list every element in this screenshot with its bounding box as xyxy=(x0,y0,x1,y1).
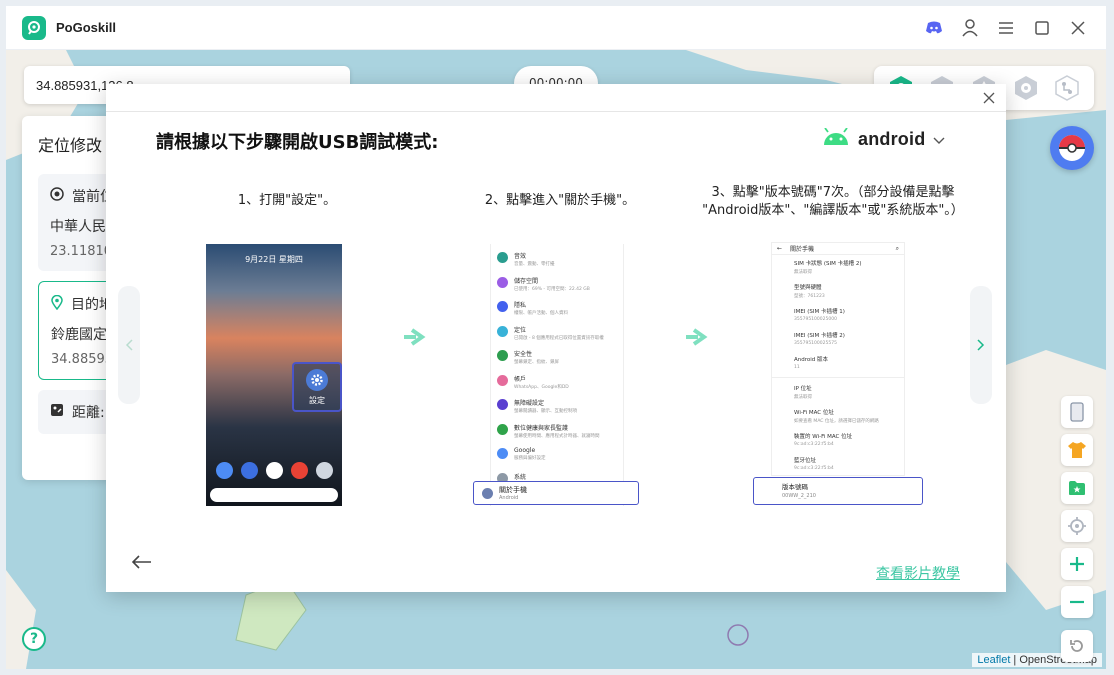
current-location-icon xyxy=(50,187,64,205)
zoom-in-icon[interactable] xyxy=(1061,548,1093,580)
about-info-row: IP 位址 無法取得 xyxy=(794,386,812,400)
distance-label: 距離: xyxy=(72,405,105,421)
about-info-row: SIM 卡狀態 (SIM 卡插槽 2) 無法取得 xyxy=(794,261,862,275)
locate-me-icon[interactable] xyxy=(1061,510,1093,542)
chrome-icon xyxy=(291,462,308,479)
gear-icon xyxy=(306,368,328,391)
usb-debug-modal: 請根據以下步驟開啟USB調試模式: android 1、打開"設定"。 2、點擊… xyxy=(106,84,1006,592)
settings-list-item: 音效 音量、震動、零打擾 xyxy=(491,244,623,269)
messages-app-icon xyxy=(241,462,258,479)
app-name: PoGoskill xyxy=(56,20,116,35)
back-arrow-icon[interactable] xyxy=(131,554,152,570)
search-icon: ⌕ xyxy=(895,244,899,252)
distance-icon xyxy=(50,403,64,421)
about-info-row: 藍牙位址 9c:ad:c3:22:f5:b4 xyxy=(794,458,834,471)
about-info-row: 型號與硬體 型號：761223 xyxy=(794,285,825,299)
step-1-title: 1、打開"設定"。 xyxy=(237,193,337,208)
leaflet-link[interactable]: Leaflet xyxy=(977,654,1010,666)
divider xyxy=(772,377,904,378)
step-2-phone-screenshot: 音效 音量、震動、零打擾 儲存空間 已使用：69% - 可用空間：22.42 GB 隱私… xyxy=(490,244,624,506)
settings-item-icon xyxy=(497,350,508,361)
settings-list-item: 帳戶 WhatsApp、Google和DD xyxy=(491,367,623,392)
camera-app-icon xyxy=(316,462,333,479)
about-info-row: IMEI (SIM 卡插槽 1) 355795100025000 xyxy=(794,309,845,322)
side-tools xyxy=(1061,396,1093,662)
about-info-row: Android 版本 11 xyxy=(794,357,829,370)
title-bar: PoGoskill xyxy=(6,6,1106,50)
settings-item-icon xyxy=(497,399,508,410)
modal-topbar xyxy=(106,84,1006,112)
build-number-highlight: 版本號碼 00WW_2_210 xyxy=(753,477,923,505)
next-step-button[interactable] xyxy=(970,286,992,404)
phone-dock xyxy=(216,462,333,479)
phone-search-bar xyxy=(210,488,338,502)
favorites-icon[interactable] xyxy=(1061,472,1093,504)
settings-app-label: 設定 xyxy=(309,395,325,405)
discord-icon[interactable] xyxy=(924,18,944,38)
help-icon[interactable]: ? xyxy=(22,627,46,651)
settings-list-item: 數位健康與家長監護 螢幕使用時間、應用程式計時器、就寢時間 xyxy=(491,416,623,441)
route-mode-icon[interactable] xyxy=(1052,73,1082,103)
settings-item-icon xyxy=(497,374,508,386)
pokeball-icon[interactable] xyxy=(1050,126,1094,170)
settings-item-icon xyxy=(497,252,508,263)
close-window-icon[interactable] xyxy=(1068,18,1088,38)
joystick-mode-icon[interactable] xyxy=(1011,73,1041,103)
menu-icon[interactable] xyxy=(996,18,1016,38)
app-logo-icon xyxy=(22,15,46,40)
settings-item-icon xyxy=(497,276,508,288)
shirt-icon[interactable] xyxy=(1061,434,1093,466)
settings-list-item: 隱私 權限、帳戶活動、個人資料 xyxy=(491,293,623,318)
about-info-row: IMEI (SIM 卡插槽 2) 355795100025575 xyxy=(794,333,845,346)
settings-list-item: Google 服務與偏好設定 xyxy=(491,440,623,465)
watch-video-tutorial-link[interactable]: 查看影片教學 xyxy=(876,563,960,583)
settings-item-icon xyxy=(497,448,508,459)
settings-list-item: 定位 已開啟 - 8 個應用程式已取得位置資訊存取權 xyxy=(491,318,623,343)
about-phone-header: ← 關於手機 ⌕ xyxy=(772,243,904,255)
settings-item-icon xyxy=(497,301,508,312)
settings-app-highlight: 設定 xyxy=(292,362,342,412)
step-2-title: 2、點擊進入"關於手機"。 xyxy=(484,193,636,208)
settings-list-item: 安全性 螢幕鎖定、指紋、鎖屏 xyxy=(491,342,623,367)
modal-title: 請根據以下步驟開啟USB調試模式: xyxy=(156,132,439,153)
settings-item-icon xyxy=(497,423,508,435)
zoom-out-icon[interactable] xyxy=(1061,586,1093,618)
phone-info-icon xyxy=(482,487,493,499)
user-account-icon[interactable] xyxy=(960,18,980,38)
step-arrow-icon xyxy=(404,328,426,350)
settings-list-item: 儲存空間 已使用：69% - 可用空間：22.42 GB xyxy=(491,269,623,294)
modal-close-icon[interactable] xyxy=(980,89,998,107)
step-arrow-icon xyxy=(686,328,708,350)
step-3-phone-screenshot: ← 關於手機 ⌕ SIM 卡狀態 (SIM 卡插槽 2) 無法取得 型號與硬體 型號：… xyxy=(771,242,905,476)
phone-date: 9月22日 星期四 xyxy=(245,255,303,264)
phone-app-icon xyxy=(216,462,233,479)
settings-item-icon xyxy=(497,325,508,337)
about-phone-highlight: 關於手機 Android xyxy=(473,481,639,505)
destination-pin-icon xyxy=(51,294,63,314)
chevron-down-icon xyxy=(933,130,945,149)
android-logo-icon xyxy=(822,127,850,150)
back-arrow-icon: ← xyxy=(777,245,783,252)
step-3-title: 3、點擊"版本號碼"7次。（部分設備是點擊 "Android版本"、"編譯版本"… xyxy=(702,185,964,218)
os-selected-label: android xyxy=(858,128,926,149)
settings-list-item: 無障礙設定 螢幕閱讀器、顯示、互動控制項 xyxy=(491,391,623,416)
about-info-row: Wi-Fi MAC 位址 如要查看 MAC 位址，請選擇已儲存的網路 xyxy=(794,410,879,424)
about-info-row: 裝置的 Wi-Fi MAC 位址 9c:ad:c3:22:f5:b4 xyxy=(794,434,853,447)
os-selector[interactable]: android xyxy=(822,127,945,150)
maximize-icon[interactable] xyxy=(1032,18,1052,38)
reset-icon[interactable] xyxy=(1061,630,1093,662)
prev-step-button[interactable] xyxy=(118,286,140,404)
play-store-icon xyxy=(266,462,283,479)
device-icon[interactable] xyxy=(1061,396,1093,428)
